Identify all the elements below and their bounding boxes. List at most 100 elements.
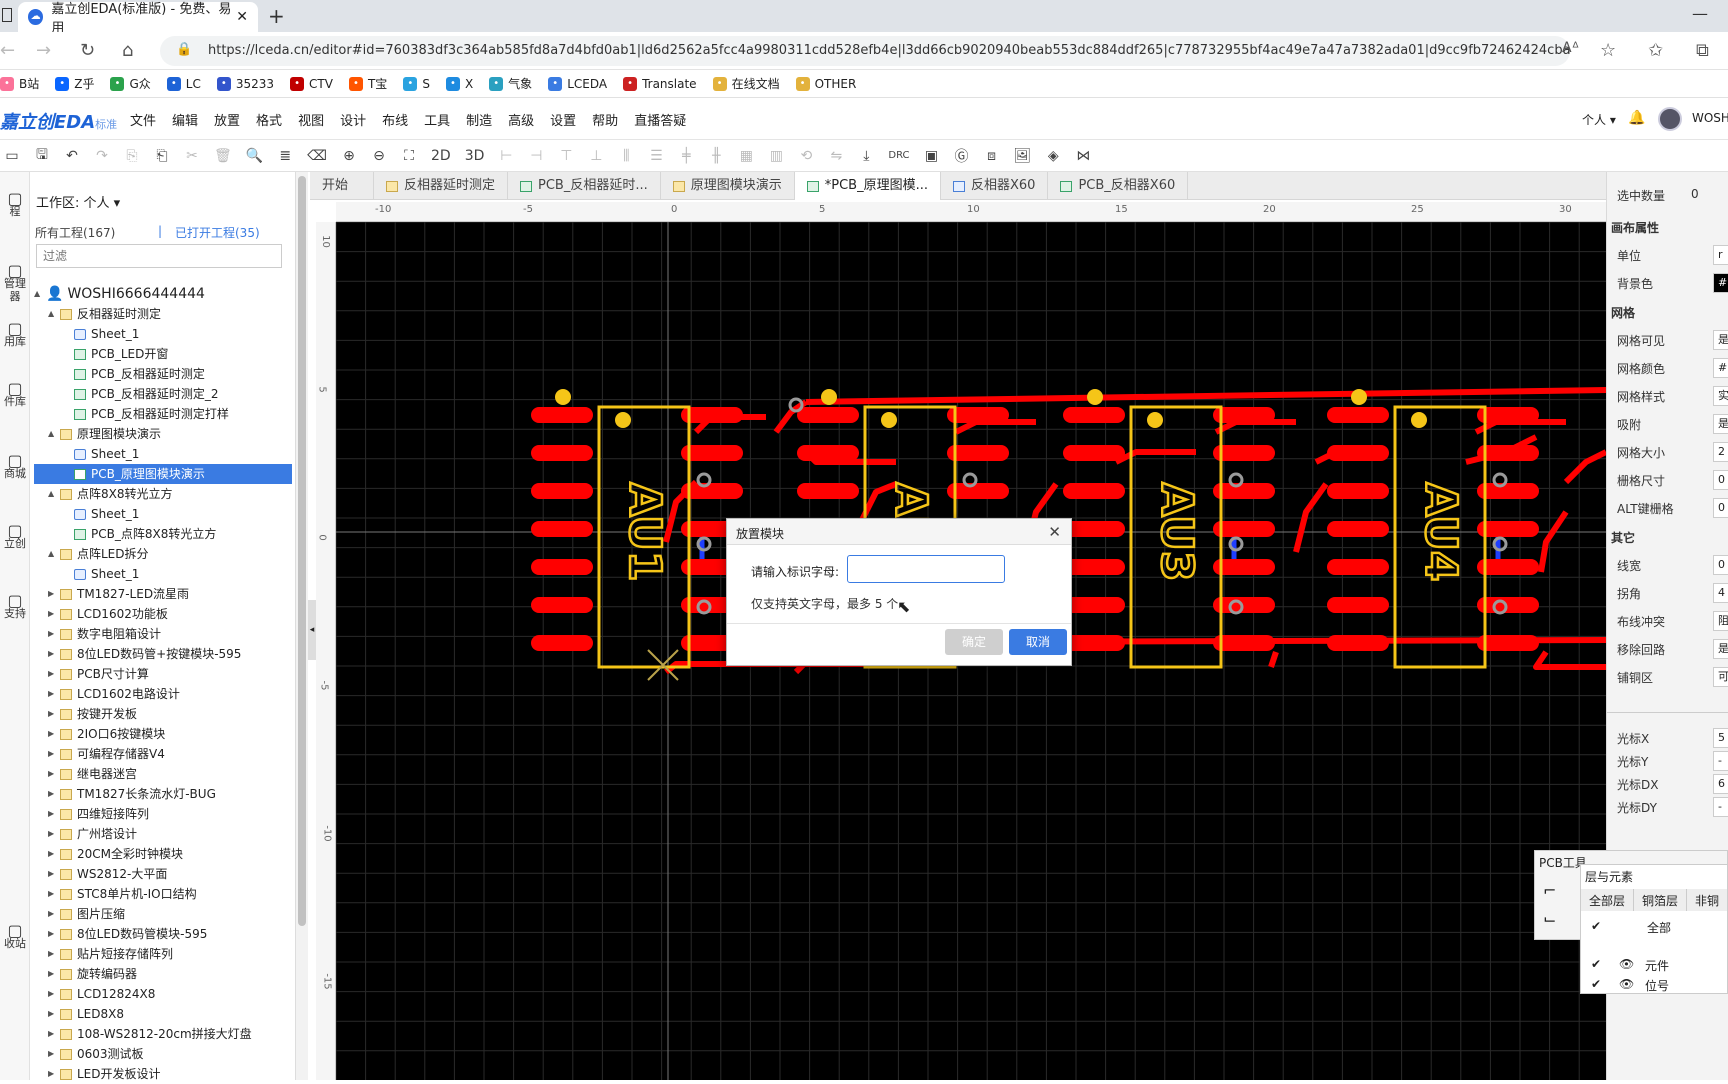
rail-item-7[interactable]: ▢ 收站 [0, 923, 30, 951]
wire-tool-icon[interactable]: ⌙ [1543, 909, 1556, 928]
prop-value-cursor_dx[interactable]: 6 [1713, 774, 1728, 794]
distribute-h-icon[interactable]: ⫼ [618, 148, 634, 164]
ok-button[interactable]: 确定 [945, 629, 1003, 655]
tree-item[interactable]: Sheet_1 [34, 444, 292, 464]
reload-icon[interactable]: ↻ [80, 40, 95, 61]
tree-item[interactable]: Sheet_1 [34, 324, 292, 344]
prop-value-line_width[interactable]: 0 [1713, 555, 1728, 575]
layer-designator[interactable]: 位号 [1645, 977, 1669, 994]
bookmark-4[interactable]: • 35233 [216, 76, 274, 91]
align-left-icon[interactable]: ⊢ [498, 148, 514, 164]
identifier-input[interactable] [847, 555, 1005, 583]
eraser-icon[interactable]: ⌫ [307, 148, 327, 164]
tree-item[interactable]: ▶ 广州塔设计 [34, 824, 292, 844]
align-bottom-icon[interactable]: ⊥ [588, 148, 604, 164]
layer-components[interactable]: 元件 [1645, 957, 1669, 974]
import-icon[interactable]: ⤓ [858, 148, 874, 164]
prop-value-grid_visible[interactable]: 是 [1713, 330, 1728, 350]
ungroup-icon[interactable]: ▥ [768, 148, 784, 164]
bookmark-8[interactable]: • X [445, 76, 473, 91]
tree-item[interactable]: Sheet_1 [34, 564, 292, 584]
bookmark-1[interactable]: • Z乎 [55, 75, 94, 92]
tree-item[interactable]: ▲ 原理图模块演示 [34, 424, 292, 444]
expand-arrow-icon[interactable]: ▲ [48, 304, 60, 324]
expand-arrow-icon[interactable]: ▶ [48, 664, 60, 684]
bookmark-12[interactable]: • 在线文档 [712, 75, 780, 92]
menu-item-6[interactable]: 布线 [382, 110, 408, 129]
paste-icon[interactable]: ⎗ [154, 148, 170, 164]
read-aloud-icon[interactable]: Aᐞ [1562, 40, 1579, 56]
tree-item[interactable]: ▶ LCD12824X8 [34, 984, 292, 1004]
expand-arrow-icon[interactable]: ▶ [48, 904, 60, 924]
menu-item-0[interactable]: 文件 [130, 110, 156, 129]
zoom-out-icon[interactable]: ⊖ [371, 148, 387, 164]
expand-arrow-icon[interactable]: ▶ [48, 984, 60, 1004]
delete-icon[interactable]: 🗑 [214, 148, 232, 164]
eye-icon[interactable]: 👁 [1619, 977, 1634, 991]
dialog-close-icon[interactable]: ✕ [1048, 523, 1061, 541]
expand-arrow-icon[interactable]: ▶ [48, 744, 60, 764]
doc-tab-5[interactable]: 反相器X60 [941, 172, 1049, 200]
doc-tab-6[interactable]: PCB_反相器X60 [1048, 172, 1189, 200]
prop-value-copper[interactable]: 可 [1713, 667, 1728, 687]
component-check-icon[interactable]: ✔ [1591, 957, 1601, 971]
tree-item[interactable]: ▶ WS2812-大平面 [34, 864, 292, 884]
bookmark-10[interactable]: • LCEDA [548, 76, 607, 91]
prop-value-alt_snap[interactable]: 0 [1713, 498, 1728, 518]
close-tab-icon[interactable]: ✕ [236, 9, 248, 25]
bookmark-3[interactable]: • LC [166, 76, 201, 91]
doc-tab-3[interactable]: 原理图模块演示 [661, 172, 795, 200]
bookmark-13[interactable]: • OTHER [795, 76, 856, 91]
align-top-icon[interactable]: ⊤ [558, 148, 574, 164]
doc-tab-4[interactable]: *PCB_原理图模... [794, 172, 941, 200]
tree-item[interactable]: PCB_原理图模块演示 [34, 464, 292, 484]
bookmark-6[interactable]: • T宝 [348, 75, 387, 92]
prop-value-grid_color[interactable]: # [1713, 358, 1728, 378]
layer-tab-2[interactable]: 非铜 [1687, 889, 1728, 911]
prop-value-corner[interactable]: 4 [1713, 583, 1728, 603]
tree-item[interactable]: ▶ LED开发板设计 [34, 1064, 292, 1084]
expand-arrow-icon[interactable]: ▶ [48, 804, 60, 824]
flip-icon[interactable]: ⇋ [828, 148, 844, 164]
tree-item[interactable]: ▶ PCB尺寸计算 [34, 664, 292, 684]
tree-item[interactable]: ▶ 2IO口6按键模块 [34, 724, 292, 744]
prop-value-snap_size[interactable]: 0 [1713, 470, 1728, 490]
expand-arrow-icon[interactable]: ▶ [48, 784, 60, 804]
distribute-v-icon[interactable]: ☰ [648, 148, 664, 164]
expand-arrow-icon[interactable]: ▲ [48, 424, 60, 444]
back-icon[interactable]: ← [0, 40, 15, 61]
layer-all[interactable]: 全部 [1647, 919, 1671, 936]
group-icon[interactable]: ▦ [738, 148, 754, 164]
menu-item-12[interactable]: 直播答疑 [634, 110, 686, 129]
bell-icon[interactable]: 🔔 [1628, 110, 1645, 126]
prop-value-bg[interactable]: # [1713, 273, 1728, 293]
bookmark-7[interactable]: • S [403, 76, 430, 91]
expand-arrow-icon[interactable]: ▶ [48, 684, 60, 704]
open-icon[interactable]: ▭ [4, 148, 20, 164]
tree-item[interactable]: ▶ TM1827长条流水灯-BUG [34, 784, 292, 804]
find-replace-icon[interactable]: ≣ [277, 148, 293, 164]
bookmark-5[interactable]: • CTV [290, 76, 333, 91]
fit-view-icon[interactable]: ⛶ [401, 148, 417, 164]
expand-arrow-icon[interactable]: ▶ [48, 844, 60, 864]
rail-item-4[interactable]: ▢ 商城 [0, 453, 30, 481]
forward-icon[interactable]: → [36, 40, 51, 61]
menu-item-10[interactable]: 设置 [550, 110, 576, 129]
menu-item-7[interactable]: 工具 [424, 110, 450, 129]
image-icon[interactable]: 🖼 [1014, 148, 1032, 164]
tree-item[interactable]: ▶ 20CM全彩时钟模块 [34, 844, 292, 864]
tree-item[interactable]: ▶ LCD1602电路设计 [34, 684, 292, 704]
tree-item[interactable]: PCB_反相器延时测定打样 [34, 404, 292, 424]
expand-arrow-icon[interactable]: ▶ [48, 624, 60, 644]
opened-projects-link[interactable]: 已打开工程(35) [175, 224, 260, 241]
align-middle-icon[interactable]: ╫ [708, 148, 724, 164]
tree-item[interactable]: ▶ 旋转编码器 [34, 964, 292, 984]
search-icon[interactable]: 🔍 [246, 148, 263, 164]
expand-arrow-icon[interactable]: ▶ [48, 704, 60, 724]
scrollbar-thumb[interactable] [298, 176, 306, 926]
rail-item-6[interactable]: ▢ 支持 [0, 593, 30, 621]
expand-arrow-icon[interactable]: ▶ [48, 1024, 60, 1044]
browser-tab[interactable]: ☁ 嘉立创EDA(标准版) - 免费、易用 ✕ [18, 2, 258, 36]
align-right-icon[interactable]: ⊣ [528, 148, 544, 164]
share-icon[interactable]: ⋈ [1075, 148, 1091, 164]
